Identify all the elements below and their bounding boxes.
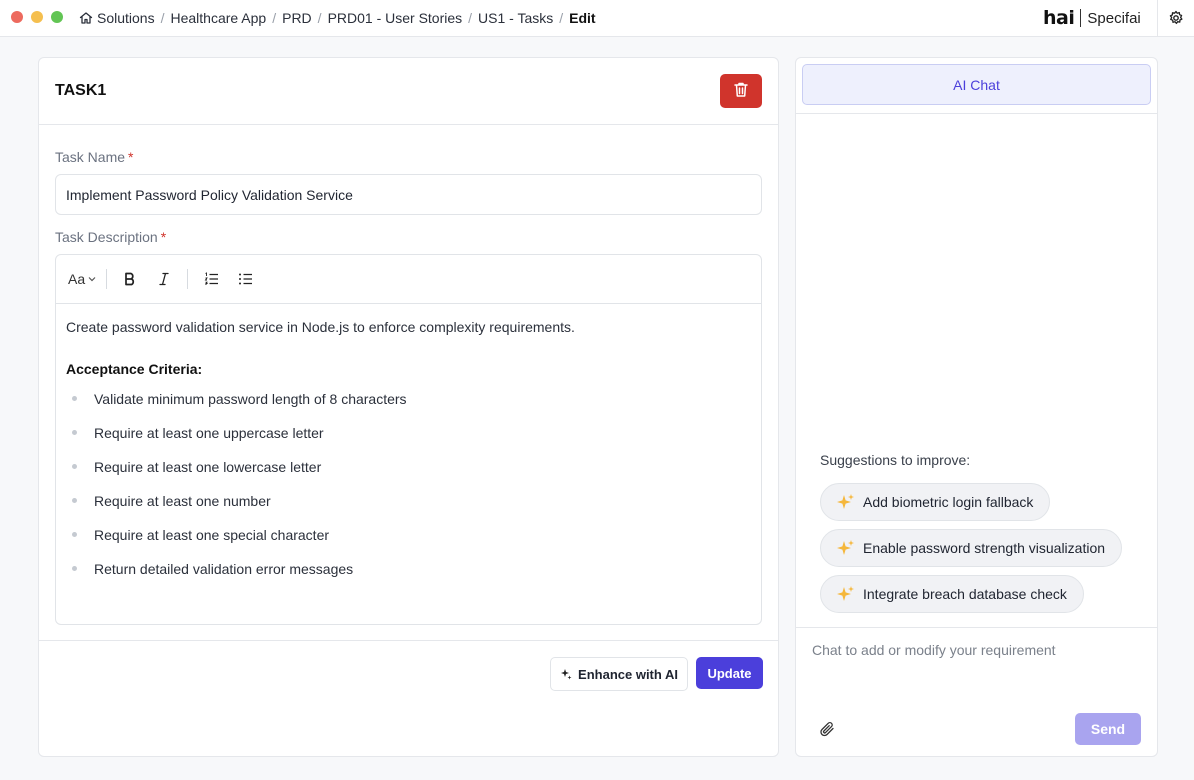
chevron-down-icon [88,276,96,282]
gear-icon[interactable] [1168,10,1184,26]
chat-divider [796,113,1157,114]
trash-icon [733,81,749,101]
description-intro: Create password validation service in No… [66,319,575,335]
required-mark: * [160,229,167,245]
enhance-label: Enhance with AI [578,666,678,682]
task-name-label-text: Task Name [55,149,126,165]
breadcrumb-separator: / [317,10,322,26]
task-header: TASK1 [39,58,778,125]
suggestion-text: Enable password strength visualization [863,540,1106,556]
breadcrumb-separator: / [468,10,473,26]
task-description-label: Task Description * [55,229,166,245]
acceptance-criteria-list: Validate minimum password length of 8 ch… [66,390,751,594]
editor-content[interactable]: Create password validation service in No… [56,304,761,608]
app-logo: hai Specifai [1043,7,1141,29]
page-title: TASK1 [55,82,107,99]
logo-specifai: Specifai [1087,9,1141,27]
editor-toolbar: Aa [56,255,761,304]
update-button[interactable]: Update [696,657,763,689]
sparkle-icon [560,668,572,680]
list-item: Validate minimum password length of 8 ch… [66,390,751,424]
breadcrumb-separator: / [559,10,564,26]
chat-input[interactable] [796,628,1157,708]
window-minimize-button[interactable] [31,11,43,23]
ordered-list-icon[interactable] [198,265,224,293]
font-size-dropdown[interactable]: Aa [68,265,96,293]
sparkle-icon [837,493,855,511]
bold-icon[interactable] [117,265,143,293]
breadcrumb-prd01-user-stories[interactable]: PRD01 - User Stories [328,10,463,26]
task-description-label-text: Task Description [55,229,158,245]
breadcrumb-separator: / [272,10,277,26]
send-button[interactable]: Send [1075,713,1141,745]
suggestion-chip[interactable]: Integrate breach database check [820,575,1084,613]
paperclip-icon[interactable] [818,720,836,738]
breadcrumb: Solutions / Healthcare App / PRD / PRD01… [79,10,596,26]
sparkle-icon [837,539,855,557]
list-item: Require at least one number [66,492,751,526]
breadcrumb-solutions[interactable]: Solutions [97,10,155,26]
bullet-list-icon[interactable] [232,265,258,293]
list-item: Require at least one lowercase letter [66,458,751,492]
list-item: Return detailed validation error message… [66,560,751,594]
list-item: Require at least one uppercase letter [66,424,751,458]
window-maximize-button[interactable] [51,11,63,23]
window-close-button[interactable] [11,11,23,23]
toolbar-divider [187,269,189,289]
title-bar: Solutions / Healthcare App / PRD / PRD01… [0,0,1194,37]
breadcrumb-us1-tasks[interactable]: US1 - Tasks [478,10,553,26]
toolbar-divider [106,269,108,289]
breadcrumb-healthcare-app[interactable]: Healthcare App [170,10,266,26]
task-footer: Enhance with AI Update [39,640,778,756]
breadcrumb-current: Edit [569,10,596,26]
task-edit-panel: TASK1 Task Name* Task Description* Aa [38,57,779,757]
breadcrumb-prd[interactable]: PRD [282,10,312,26]
task-name-label: Task Name * [55,149,133,165]
delete-button[interactable] [720,74,762,108]
suggestions-title: Suggestions to improve: [820,452,971,468]
font-size-label: Aa [68,271,86,287]
home-icon[interactable] [79,11,93,25]
list-item: Require at least one special character [66,526,751,560]
italic-icon[interactable] [151,265,177,293]
ai-chat-panel: AI Chat Suggestions to improve: Add biom… [795,57,1158,757]
chat-composer: Send [796,627,1157,756]
logo-divider [1080,9,1082,27]
description-editor: Aa Create password validation service in… [55,254,762,625]
required-mark: * [128,149,134,165]
acceptance-criteria-heading: Acceptance Criteria: [66,361,203,377]
suggestion-chip[interactable]: Enable password strength visualization [820,529,1123,567]
sparkle-icon [837,585,855,603]
header-divider [1157,0,1158,37]
task-name-input[interactable] [55,174,762,215]
enhance-with-ai-button[interactable]: Enhance with AI [550,657,688,691]
suggestion-text: Integrate breach database check [863,586,1067,602]
suggestion-chip[interactable]: Add biometric login fallback [820,483,1051,521]
breadcrumb-separator: / [160,10,165,26]
logo-hai: hai [1043,7,1075,29]
tab-ai-chat[interactable]: AI Chat [802,64,1151,105]
suggestion-text: Add biometric login fallback [863,494,1034,510]
